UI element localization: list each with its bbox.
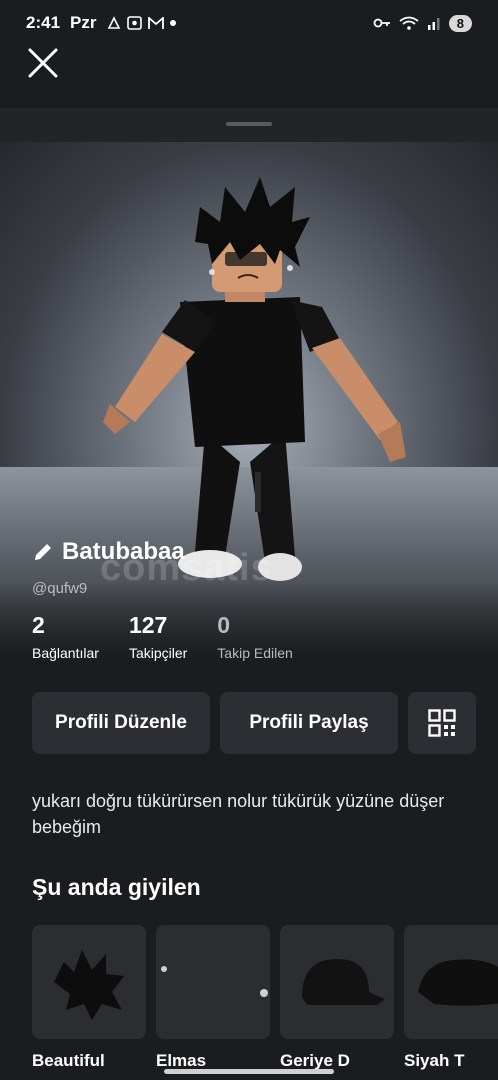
currently-wearing-title: Şu anda giyilen	[32, 874, 201, 900]
home-indicator[interactable]	[164, 1069, 334, 1074]
stat-following[interactable]: 0 Takip Edilen	[217, 612, 293, 661]
username-handle: @qufw9	[32, 580, 88, 597]
avatar-showcase: comsatis Batubabaa @qufw9	[0, 142, 498, 662]
key-icon	[373, 18, 390, 28]
signal-icon	[427, 18, 440, 30]
profile-actions: Profili Düzenle Profili Paylaş	[32, 692, 476, 754]
stat-value: 127	[128, 612, 168, 638]
wearing-item[interactable]: Geriye D	[280, 925, 394, 1071]
share-profile-button[interactable]: Profili Paylaş	[220, 692, 398, 754]
stat-label: Takipçiler	[128, 645, 188, 661]
close-icon[interactable]	[26, 46, 60, 80]
display-name-text: Batubabaa	[62, 538, 185, 565]
avatar-image	[103, 177, 406, 581]
qr-code-icon	[428, 709, 456, 737]
mail-icon	[147, 16, 164, 29]
item-label: Siyah T	[404, 1051, 465, 1070]
item-thumbnail	[32, 925, 146, 1039]
profile-stats: 2 Bağlantılar 127 Takipçiler 0 Takip Edi…	[32, 612, 293, 661]
status-day: Pzr	[70, 13, 97, 32]
item-thumbnail	[404, 925, 498, 1039]
status-bar: 2:41 Pzr 8	[0, 0, 498, 46]
item-label: Geriye D	[280, 1051, 350, 1070]
item-thumbnail	[280, 925, 394, 1039]
drag-handle[interactable]	[226, 122, 272, 126]
stat-value: 0	[217, 612, 231, 638]
wearing-item[interactable]: Beautiful	[32, 925, 146, 1071]
edit-profile-button[interactable]: Profili Düzenle	[32, 692, 210, 754]
stat-label: Bağlantılar	[32, 645, 99, 661]
wearing-item[interactable]: Elmas	[156, 925, 270, 1071]
item-thumbnail	[156, 925, 270, 1039]
stat-value: 2	[32, 612, 45, 638]
pencil-icon[interactable]	[32, 541, 54, 563]
stat-label: Takip Edilen	[217, 645, 293, 661]
status-time: 2:41	[26, 13, 61, 32]
profile-bio: yukarı doğru tükürürsen nolur tükürük yü…	[32, 791, 445, 837]
display-name[interactable]: Batubabaa	[32, 538, 185, 566]
stat-connections[interactable]: 2 Bağlantılar	[32, 612, 99, 661]
battery-indicator: 8	[448, 14, 472, 32]
item-label: Beautiful	[32, 1051, 105, 1070]
wifi-icon	[399, 16, 419, 30]
notification-icons	[107, 16, 176, 30]
profile-sheet: comsatis Batubabaa @qufw9 2 Bağlantılar …	[0, 108, 498, 1080]
sheet-drag-area[interactable]	[0, 108, 498, 142]
currently-wearing-list: Beautiful Elmas Geriye D Siyah T	[32, 925, 498, 1071]
top-bar	[0, 46, 498, 108]
dot-icon	[169, 20, 176, 26]
item-label: Elmas	[156, 1051, 207, 1070]
wearing-item[interactable]: Siyah T	[404, 925, 498, 1071]
stat-followers[interactable]: 127 Takipçiler	[129, 612, 187, 661]
notification-icon	[107, 16, 120, 29]
qr-code-button[interactable]	[408, 692, 476, 754]
screenshot-icon	[126, 16, 142, 30]
